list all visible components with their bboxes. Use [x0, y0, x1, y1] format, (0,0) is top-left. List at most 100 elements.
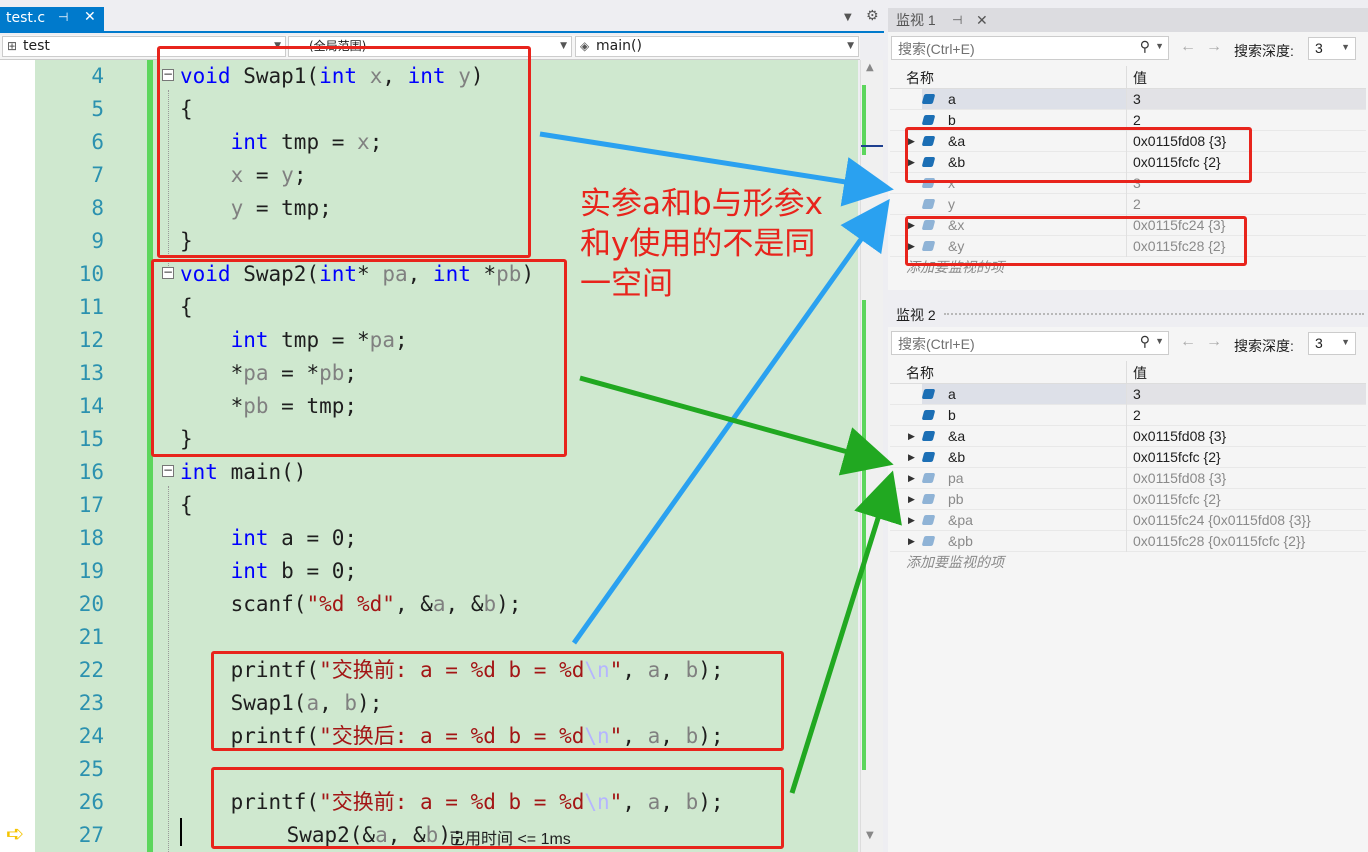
column-name-header[interactable]: 名称: [906, 68, 934, 88]
collapse-icon[interactable]: −: [162, 266, 174, 279]
chevron-down-icon[interactable]: ▼: [1155, 336, 1164, 346]
forward-arrow-icon[interactable]: →: [1206, 333, 1222, 351]
watch-name[interactable]: &pb: [948, 531, 973, 552]
back-arrow-icon[interactable]: ←: [1180, 38, 1196, 56]
watch-value[interactable]: 0x0115fd08 {3}: [1133, 131, 1226, 152]
watch-value[interactable]: 0x0115fcfc {2}: [1133, 489, 1221, 510]
code-line-13[interactable]: 13 *pa = *pb;: [0, 357, 858, 390]
column-divider[interactable]: [1126, 361, 1127, 383]
watch-row-addr-b[interactable]: ▶ &b 0x0115fcfc {2}: [890, 447, 1366, 468]
forward-arrow-icon[interactable]: →: [1206, 38, 1222, 56]
watch-value[interactable]: 0x0115fc24 {3}: [1133, 215, 1225, 236]
code-line-16[interactable]: 16 − int main(): [0, 456, 858, 489]
watch-value[interactable]: 0x0115fd08 {3}: [1133, 426, 1226, 447]
code-line-22[interactable]: 22 printf("交换前: a = %d b = %d\n", a, b);: [0, 654, 858, 687]
watch-1-search-input[interactable]: 搜索(Ctrl+E) ⚲ ▼: [891, 36, 1169, 60]
pin-icon[interactable]: ⊣: [952, 8, 962, 32]
code-line-23[interactable]: 23 Swap1(a, b);: [0, 687, 858, 720]
column-divider[interactable]: [1126, 66, 1127, 88]
expand-arrow-icon[interactable]: ▶: [908, 236, 915, 257]
watch-row-addr-x[interactable]: ▶ &x 0x0115fc24 {3}: [890, 215, 1366, 236]
watch-value[interactable]: 0x0115fc24 {0x0115fd08 {3}}: [1133, 510, 1311, 531]
watch-row-y[interactable]: y2: [890, 194, 1366, 215]
add-watch-item[interactable]: 添加要监视的项: [890, 552, 1366, 573]
watch-row-b[interactable]: b2: [890, 405, 1366, 426]
watch-value[interactable]: 2: [1133, 405, 1141, 426]
code-line-5[interactable]: 5{: [0, 93, 858, 126]
expand-arrow-icon[interactable]: ▶: [908, 468, 915, 489]
column-value-header[interactable]: 值: [1133, 363, 1147, 383]
watch-row-addr-pa[interactable]: ▶ &pa 0x0115fc24 {0x0115fd08 {3}}: [890, 510, 1366, 531]
watch-row-b[interactable]: b2: [890, 110, 1366, 131]
code-line-21[interactable]: 21: [0, 621, 858, 654]
column-value-header[interactable]: 值: [1133, 68, 1147, 88]
code-line-27[interactable]: 27 Swap2(&a, &b);: [0, 819, 858, 852]
watch-name[interactable]: a: [948, 384, 956, 405]
watch-name[interactable]: &b: [948, 152, 965, 173]
code-line-15[interactable]: 15}: [0, 423, 858, 456]
code-line-24[interactable]: 24 printf("交换后: a = %d b = %d\n", a, b);: [0, 720, 858, 753]
watch-2-search-input[interactable]: 搜索(Ctrl+E) ⚲ ▼: [891, 331, 1169, 355]
code-line-14[interactable]: 14 *pb = tmp;: [0, 390, 858, 423]
close-icon[interactable]: ✕: [84, 9, 96, 25]
drag-grip[interactable]: [944, 313, 1364, 319]
watch-name[interactable]: pb: [948, 489, 964, 510]
tab-list-dropdown-icon[interactable]: ▼: [844, 12, 852, 23]
watch-name[interactable]: pa: [948, 468, 964, 489]
watch-name[interactable]: &a: [948, 426, 965, 447]
watch-row-addr-a[interactable]: ▶ &a 0x0115fd08 {3}: [890, 131, 1366, 152]
watch-value[interactable]: 2: [1133, 110, 1141, 131]
search-depth-select[interactable]: 3 ▼: [1308, 332, 1356, 355]
expand-arrow-icon[interactable]: ▶: [908, 510, 915, 531]
watch-row-addr-y[interactable]: ▶ &y 0x0115fc28 {2}: [890, 236, 1366, 257]
search-icon[interactable]: ⚲: [1140, 333, 1150, 350]
watch-value[interactable]: 0x0115fd08 {3}: [1133, 468, 1226, 489]
watch-name[interactable]: a: [948, 89, 956, 110]
watch-name[interactable]: &a: [948, 131, 965, 152]
watch-value[interactable]: 3: [1133, 89, 1141, 110]
watch-row-a[interactable]: a3: [890, 89, 1366, 110]
watch-name[interactable]: &pa: [948, 510, 973, 531]
gear-icon[interactable]: ⚙: [866, 8, 879, 24]
code-line-10[interactable]: 10− void Swap2(int* pa, int *pb): [0, 258, 858, 291]
watch-value[interactable]: 0x0115fcfc {2}: [1133, 152, 1221, 173]
code-line-18[interactable]: 18 int a = 0;: [0, 522, 858, 555]
search-icon[interactable]: ⚲: [1140, 38, 1150, 55]
back-arrow-icon[interactable]: ←: [1180, 333, 1196, 351]
watch-name[interactable]: b: [948, 405, 956, 426]
code-line-17[interactable]: 17 {: [0, 489, 858, 522]
code-area[interactable]: 4− void Swap1(int x, int y) 5{6 int tmp = …: [0, 60, 858, 852]
code-line-8[interactable]: 8 y = tmp;: [0, 192, 858, 225]
watch-value[interactable]: 3: [1133, 384, 1141, 405]
watch-value[interactable]: 0x0115fcfc {2}: [1133, 447, 1221, 468]
code-line-19[interactable]: 19 int b = 0;: [0, 555, 858, 588]
close-icon[interactable]: ✕: [976, 8, 988, 32]
code-line-6[interactable]: 6 int tmp = x;: [0, 126, 858, 159]
expand-arrow-icon[interactable]: ▶: [908, 152, 915, 173]
expand-arrow-icon[interactable]: ▶: [908, 426, 915, 447]
watch-name[interactable]: y: [948, 194, 955, 215]
expand-arrow-icon[interactable]: ▶: [908, 489, 915, 510]
code-line-4[interactable]: 4− void Swap1(int x, int y): [0, 60, 858, 93]
collapse-icon[interactable]: −: [162, 464, 174, 477]
watch-row-addr-b[interactable]: ▶ &b 0x0115fcfc {2}: [890, 152, 1366, 173]
watch-row-a[interactable]: a3: [890, 384, 1366, 405]
watch-name[interactable]: b: [948, 110, 956, 131]
watch-row-addr-a[interactable]: ▶ &a 0x0115fd08 {3}: [890, 426, 1366, 447]
add-watch-item[interactable]: 添加要监视的项: [890, 257, 1366, 278]
scroll-down-icon[interactable]: ▼: [866, 830, 874, 841]
search-depth-select[interactable]: 3 ▼: [1308, 37, 1356, 60]
collapse-icon[interactable]: −: [162, 68, 174, 81]
code-line-7[interactable]: 7 x = y;: [0, 159, 858, 192]
watch-name[interactable]: x: [948, 173, 955, 194]
code-line-26[interactable]: 26 printf("交换前: a = %d b = %d\n", a, b);: [0, 786, 858, 819]
watch-row-pb[interactable]: ▶ pb 0x0115fcfc {2}: [890, 489, 1366, 510]
code-line-20[interactable]: 20 scanf("%d %d", &a, &b);: [0, 588, 858, 621]
watch-name[interactable]: &y: [948, 236, 964, 257]
expand-arrow-icon[interactable]: ▶: [908, 531, 915, 552]
scope-dropdown[interactable]: (全局范围) ▼: [288, 36, 572, 57]
project-dropdown[interactable]: ⊞ test ▼: [2, 36, 286, 57]
code-line-11[interactable]: 11 {: [0, 291, 858, 324]
expand-arrow-icon[interactable]: ▶: [908, 131, 915, 152]
watch-value[interactable]: 0x0115fc28 {0x0115fcfc {2}}: [1133, 531, 1305, 552]
